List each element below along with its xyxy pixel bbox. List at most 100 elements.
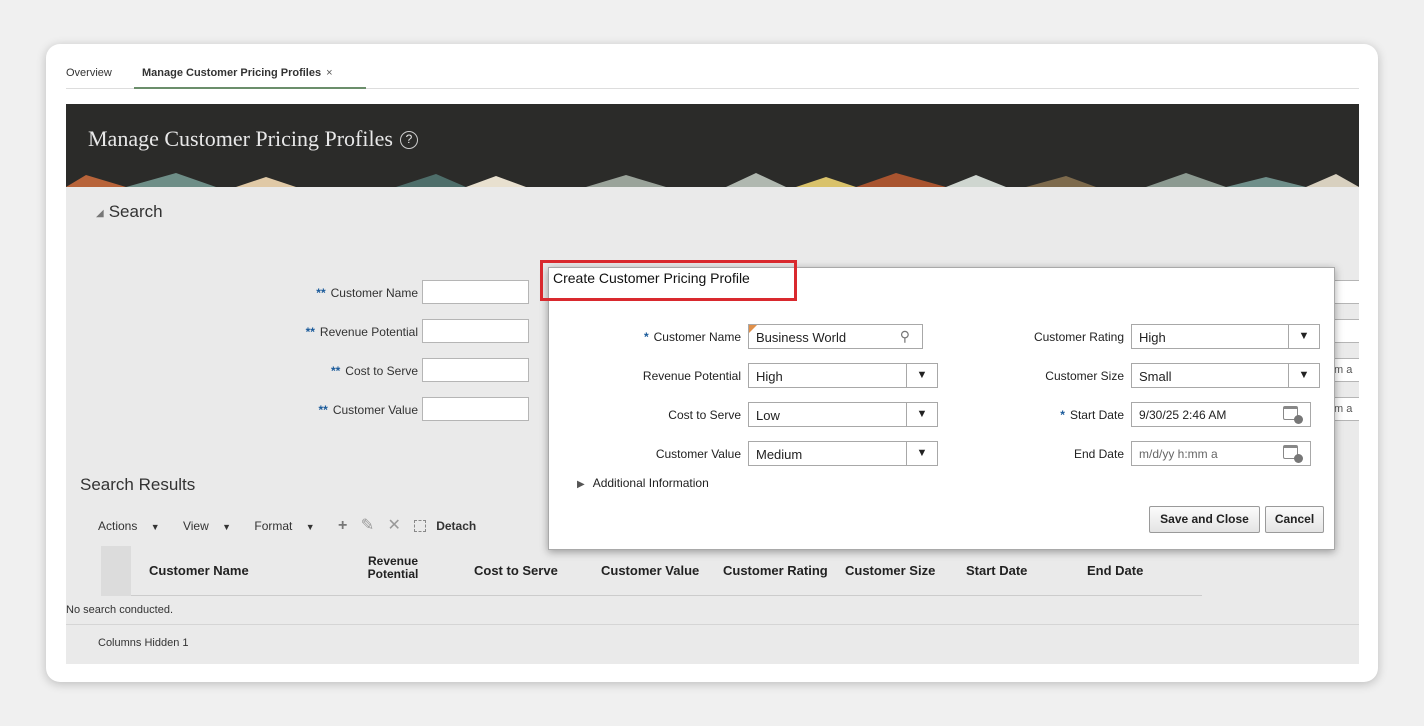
detach-icon — [414, 520, 427, 532]
chevron-down-icon[interactable]: ▼ — [1288, 364, 1319, 387]
column-customer-size[interactable]: Customer Size — [845, 563, 935, 578]
required-indicator: ** — [330, 364, 341, 378]
cost-to-serve-select[interactable]: Low ▼ — [748, 402, 938, 427]
end-date-input[interactable]: m/d/yy h:mm a — [1131, 441, 1311, 466]
customer-name-value: Business World — [756, 330, 847, 345]
search-label-customer-value: ** Customer Value — [218, 403, 419, 417]
expand-triangle-icon: ▶ — [577, 479, 585, 490]
cost-to-serve-label: Cost to Serve — [668, 408, 741, 422]
search-label-cost-to-serve: ** Cost to Serve — [218, 364, 418, 378]
start-date-value: 9/30/25 2:46 AM — [1139, 408, 1227, 422]
customer-size-select[interactable]: Small ▼ — [1131, 363, 1320, 388]
label-text: Customer Name — [330, 286, 418, 300]
results-table-header: Customer Name Revenue Potential Cost to S… — [101, 546, 1202, 596]
revenue-potential-select[interactable]: High ▼ — [748, 363, 938, 388]
header-line: Revenue — [367, 554, 419, 568]
column-end-date[interactable]: End Date — [1087, 563, 1143, 578]
revenue-potential-label: Revenue Potential — [642, 369, 741, 383]
page-banner: Manage Customer Pricing Profiles? — [66, 104, 1359, 187]
chevron-down-icon[interactable]: ▼ — [1288, 325, 1319, 348]
results-toolbar: Actions ▼ View ▼ Format ▼ + ✎ ✕ Detach — [98, 515, 496, 535]
header-line: Potential — [367, 567, 419, 581]
required-indicator: * — [1060, 408, 1065, 422]
chevron-down-icon[interactable]: ▼ — [906, 364, 937, 387]
column-customer-name[interactable]: Customer Name — [149, 563, 249, 578]
search-customer-value-input[interactable] — [422, 397, 529, 421]
customer-name-label: * Customer Name — [589, 330, 741, 344]
format-menu[interactable]: Format ▼ — [254, 519, 324, 533]
create-customer-pricing-profile-dialog: Create Customer Pricing Profile * Custome… — [540, 260, 1335, 550]
help-icon[interactable]: ? — [399, 131, 418, 149]
calendar-icon[interactable] — [1283, 406, 1303, 424]
menu-label: Actions — [98, 519, 138, 533]
calendar-icon[interactable] — [1283, 445, 1303, 463]
search-customer-name-input[interactable] — [422, 280, 529, 304]
column-customer-rating[interactable]: Customer Rating — [723, 563, 828, 578]
application-window: Overview Manage Customer Pricing Profile… — [66, 61, 1359, 664]
start-date-input[interactable]: 9/30/25 2:46 AM — [1131, 402, 1311, 427]
page-title: Manage Customer Pricing Profiles? — [88, 126, 418, 152]
customer-size-label: Customer Size — [1045, 369, 1124, 383]
tab-overview[interactable]: Overview — [66, 67, 112, 79]
selected-value: Medium — [756, 447, 803, 462]
delete-icon[interactable]: ✕ — [387, 517, 400, 534]
caret-down-icon: ▼ — [150, 522, 160, 532]
column-revenue-potential[interactable]: Revenue Potential — [353, 555, 433, 581]
tab-label: Manage Customer Pricing Profiles — [142, 67, 322, 79]
caret-down-icon: ▼ — [305, 522, 315, 532]
customer-rating-select[interactable]: High ▼ — [1131, 324, 1320, 349]
view-menu[interactable]: View ▼ — [183, 519, 241, 533]
divider — [66, 624, 1359, 625]
edit-icon[interactable]: ✎ — [361, 517, 374, 534]
label-text: Customer Value — [332, 403, 418, 417]
add-icon[interactable]: + — [338, 517, 347, 534]
search-label-revenue-potential: ** Revenue Potential — [218, 325, 418, 339]
chevron-down-icon[interactable]: ▼ — [906, 403, 937, 426]
required-indicator: ** — [305, 325, 315, 339]
banner-decoration — [66, 173, 1359, 187]
required-indicator: ** — [316, 286, 326, 300]
menu-label: View — [182, 519, 209, 533]
dialog-title: Create Customer Pricing Profile — [553, 270, 750, 286]
caret-down-icon: ▼ — [222, 522, 232, 532]
search-revenue-potential-input[interactable] — [422, 319, 529, 343]
button-label: Detach — [436, 519, 477, 533]
placeholder-fragment: m a — [1334, 403, 1353, 415]
selected-value: High — [1139, 330, 1166, 345]
search-label-customer-name: ** Customer Name — [218, 286, 418, 300]
lov-indicator — [749, 325, 757, 333]
customer-value-select[interactable]: Medium ▼ — [748, 441, 938, 466]
search-section-header[interactable]: ◢ Search — [96, 202, 163, 222]
start-date-label: * Start Date — [969, 408, 1124, 422]
close-icon[interactable]: × — [326, 67, 332, 79]
empty-results-message: No search conducted. — [66, 604, 174, 616]
selected-value: Small — [1139, 369, 1172, 384]
label-text: Cost to Serve — [345, 364, 418, 378]
search-cost-to-serve-input[interactable] — [422, 358, 529, 382]
customer-rating-label: Customer Rating — [1033, 330, 1124, 344]
end-date-label: End Date — [1073, 447, 1124, 461]
search-icon[interactable]: ⚲ — [900, 328, 910, 345]
customer-name-input[interactable]: Business World ⚲ — [748, 324, 923, 349]
actions-menu[interactable]: Actions ▼ — [98, 519, 170, 533]
placeholder-fragment: m a — [1334, 364, 1353, 376]
detach-button[interactable]: Detach — [414, 519, 486, 533]
additional-information-disclosure[interactable]: ▶ Additional Information — [577, 476, 709, 490]
end-date-placeholder: m/d/yy h:mm a — [1139, 447, 1218, 461]
screenshot-frame: Overview Manage Customer Pricing Profile… — [46, 44, 1378, 682]
required-indicator: * — [643, 330, 649, 344]
label-text: Revenue Potential — [319, 325, 418, 339]
column-customer-value[interactable]: Customer Value — [601, 563, 699, 578]
customer-value-label: Customer Value — [655, 447, 741, 461]
column-cost-to-serve[interactable]: Cost to Serve — [474, 563, 558, 578]
tab-manage-customer-pricing-profiles[interactable]: Manage Customer Pricing Profiles × — [142, 67, 333, 79]
label-text: Customer Name — [653, 330, 741, 344]
collapse-triangle-icon: ◢ — [96, 208, 104, 219]
search-results-header: Search Results — [80, 475, 196, 494]
column-start-date[interactable]: Start Date — [966, 563, 1027, 578]
dialog-title-highlight: Create Customer Pricing Profile — [540, 260, 797, 301]
search-header-text: Search — [108, 202, 163, 221]
save-and-close-button[interactable]: Save and Close — [1149, 506, 1260, 533]
cancel-button[interactable]: Cancel — [1265, 506, 1324, 533]
chevron-down-icon[interactable]: ▼ — [906, 442, 937, 465]
